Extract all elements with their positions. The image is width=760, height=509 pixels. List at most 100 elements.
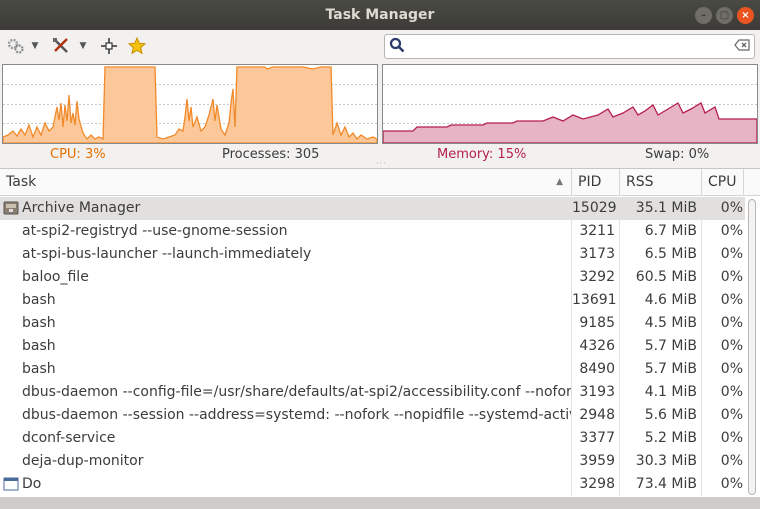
task-manager-window: Task Manager – ▢ × ▼ ▼ CPU: 3% Processes…: [0, 0, 760, 509]
cpu-cell: 0%: [720, 430, 743, 446]
clear-search-icon[interactable]: [734, 38, 750, 55]
processes-count-label: Processes: 305: [222, 147, 320, 162]
table-row[interactable]: dconf-service 3377 5.2 MiB 0%: [0, 427, 745, 450]
graphs-area: [2, 64, 758, 144]
table-header: Task ▲ PID RSS CPU: [0, 169, 760, 196]
memory-graph: [382, 64, 758, 144]
column-header-cpu-label: CPU: [708, 174, 737, 190]
pid-cell: 3193: [572, 381, 620, 404]
vertical-scrollbar[interactable]: [747, 197, 757, 497]
tools-icon[interactable]: [46, 33, 76, 59]
crosshair-target-icon[interactable]: [94, 33, 124, 59]
table-row[interactable]: Do 3298 73.4 MiB 0%: [0, 473, 745, 496]
pid-cell: 3173: [572, 243, 620, 266]
swap-usage-label: Swap: 0%: [645, 147, 710, 162]
table-row[interactable]: dbus-daemon --config-file=/usr/share/def…: [0, 381, 745, 404]
task-cell: bash: [0, 335, 572, 358]
column-header-cpu[interactable]: CPU: [702, 169, 744, 196]
pid-cell: 9185: [572, 312, 620, 335]
table-row[interactable]: bash 8490 5.7 MiB 0%: [0, 358, 745, 381]
pid-cell: 15029: [572, 197, 620, 220]
pid-cell: 3377: [572, 427, 620, 450]
task-cell: at-spi-bus-launcher --launch-immediately: [0, 243, 572, 266]
search-icon: [389, 37, 405, 57]
cpu-cell: 0%: [720, 315, 743, 331]
star-icon[interactable]: [124, 33, 150, 59]
cpu-graph: [2, 64, 378, 144]
task-cell: baloo_file: [0, 266, 572, 289]
cpu-cell: 0%: [720, 338, 743, 354]
pid-cell: 8490: [572, 358, 620, 381]
table-row[interactable]: Archive Manager 15029 35.1 MiB 0%: [0, 197, 745, 220]
task-cell: dbus-daemon --session --address=systemd:…: [0, 404, 572, 427]
column-header-rss[interactable]: RSS: [620, 169, 702, 196]
archive-icon: [3, 200, 19, 216]
column-header-task-label: Task: [6, 174, 37, 190]
cpu-cell: 0%: [720, 246, 743, 262]
cpu-cell: 0%: [720, 407, 743, 423]
window-controls: – ▢ ×: [695, 7, 754, 24]
rss-cell: 6.7 MiB: [620, 220, 702, 243]
process-table: Task ▲ PID RSS CPU Archive Manager 15029…: [0, 168, 760, 498]
search-box[interactable]: [384, 34, 755, 59]
cpu-cell: 0%: [720, 269, 743, 285]
table-row[interactable]: bash 13691 4.6 MiB 0%: [0, 289, 745, 312]
rss-cell: 73.4 MiB: [620, 473, 702, 496]
pid-cell: 3959: [572, 450, 620, 473]
pane-resize-grip[interactable]: ···: [376, 159, 387, 168]
task-cell: bash: [0, 312, 572, 335]
task-cell: dconf-service: [0, 427, 572, 450]
pid-cell: 3292: [572, 266, 620, 289]
task-cell: at-spi2-registryd --use-gnome-session: [0, 220, 572, 243]
task-name: Archive Manager: [22, 200, 141, 216]
rss-cell: 30.3 MiB: [620, 450, 702, 473]
task-cell: bash: [0, 358, 572, 381]
rss-cell: 5.7 MiB: [620, 335, 702, 358]
column-header-pid[interactable]: PID: [572, 169, 620, 196]
table-body: Archive Manager 15029 35.1 MiB 0% at-spi…: [0, 197, 745, 496]
search-input[interactable]: [409, 36, 734, 57]
rss-cell: 6.5 MiB: [620, 243, 702, 266]
column-header-rss-label: RSS: [626, 174, 654, 190]
title-bar[interactable]: Task Manager – ▢ ×: [0, 0, 760, 30]
table-row[interactable]: bash 4326 5.7 MiB 0%: [0, 335, 745, 358]
table-row[interactable]: deja-dup-monitor 3959 30.3 MiB 0%: [0, 450, 745, 473]
rss-cell: 4.6 MiB: [620, 289, 702, 312]
rss-cell: 4.1 MiB: [620, 381, 702, 404]
toolbar: ▼ ▼: [0, 30, 760, 62]
cpu-usage-label: CPU: 3%: [50, 147, 106, 162]
maximize-button[interactable]: ▢: [716, 7, 733, 24]
table-row[interactable]: bash 9185 4.5 MiB 0%: [0, 312, 745, 335]
cpu-cell: 0%: [720, 200, 743, 216]
cpu-cell: 0%: [720, 453, 743, 469]
rss-cell: 5.6 MiB: [620, 404, 702, 427]
table-row[interactable]: at-spi-bus-launcher --launch-immediately…: [0, 243, 745, 266]
rss-cell: 60.5 MiB: [620, 266, 702, 289]
rss-cell: 5.7 MiB: [620, 358, 702, 381]
cpu-cell: 0%: [720, 476, 743, 492]
task-cell: dbus-daemon --config-file=/usr/share/def…: [0, 381, 572, 404]
table-row[interactable]: at-spi2-registryd --use-gnome-session 32…: [0, 220, 745, 243]
sort-ascending-icon: ▲: [556, 177, 563, 187]
column-header-pid-label: PID: [578, 174, 602, 190]
tools-dropdown-chevron-icon[interactable]: ▼: [76, 33, 90, 59]
window-title: Task Manager: [325, 7, 435, 23]
table-row[interactable]: dbus-daemon --session --address=systemd:…: [0, 404, 745, 427]
scrollbar-thumb[interactable]: [748, 199, 756, 495]
pid-cell: 3298: [572, 473, 620, 496]
background-window-edge: [0, 497, 760, 509]
task-cell: bash: [0, 289, 572, 312]
rss-cell: 35.1 MiB: [620, 197, 702, 220]
minimize-button[interactable]: –: [695, 7, 712, 24]
settings-dropdown-chevron-icon[interactable]: ▼: [28, 33, 42, 59]
column-header-task[interactable]: Task ▲: [0, 169, 572, 196]
pid-cell: 4326: [572, 335, 620, 358]
task-name: Do: [22, 476, 42, 492]
task-cell: Do: [0, 473, 572, 496]
close-button[interactable]: ×: [737, 7, 754, 24]
pid-cell: 3211: [572, 220, 620, 243]
cpu-cell: 0%: [720, 361, 743, 377]
settings-gears-icon[interactable]: [4, 33, 28, 59]
rss-cell: 4.5 MiB: [620, 312, 702, 335]
table-row[interactable]: baloo_file 3292 60.5 MiB 0%: [0, 266, 745, 289]
